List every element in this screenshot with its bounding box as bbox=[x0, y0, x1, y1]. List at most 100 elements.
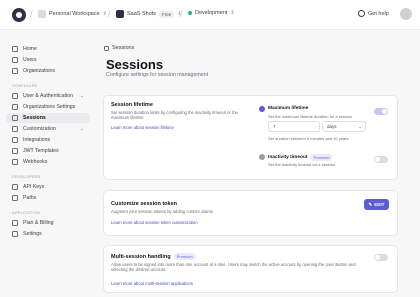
sidebar: Home Users Organizations CONFIGURE User … bbox=[0, 30, 96, 297]
card-description: Set session duration limits by configuri… bbox=[111, 110, 251, 120]
environment-name: Development bbox=[195, 10, 228, 16]
card-title: Customize session token bbox=[111, 201, 178, 207]
lifetime-unit: days bbox=[327, 124, 337, 129]
chevron-down-icon: ⌄ bbox=[79, 93, 84, 99]
brush-icon bbox=[12, 126, 18, 132]
lifetime-unit-select[interactable]: days ⌄ bbox=[322, 121, 366, 132]
breadcrumb-label: Sessions bbox=[112, 45, 135, 51]
workspace-name: Personal Workspace bbox=[49, 11, 100, 17]
sidebar-item-label: Sessions bbox=[23, 115, 46, 121]
route-icon bbox=[12, 195, 18, 201]
sidebar-item-sessions[interactable]: Sessions bbox=[6, 113, 90, 123]
get-help-label: Get help bbox=[368, 10, 389, 17]
inactivity-timeout-title: Inactivity timeout Premium bbox=[268, 154, 333, 161]
card-description: Allow users to be signed into more than … bbox=[111, 262, 381, 272]
separator: / bbox=[108, 9, 111, 19]
sidebar-item-label: Users bbox=[23, 57, 37, 63]
top-bar: / Personal Workspace ⇕ / SaaS Shots Free… bbox=[0, 0, 420, 30]
separator: / bbox=[180, 9, 183, 19]
user-lock-icon bbox=[12, 93, 18, 99]
building-icon bbox=[12, 68, 18, 74]
option-title: Inactivity timeout bbox=[268, 155, 308, 160]
lifetime-value: 7 bbox=[273, 124, 276, 129]
pencil-icon: ✎ bbox=[368, 201, 373, 207]
sidebar-item-jwt-templates[interactable]: JWT Templates bbox=[6, 146, 90, 156]
maximum-lifetime-toggle[interactable] bbox=[374, 108, 388, 115]
environment-switcher[interactable]: Development ⇕ bbox=[188, 10, 235, 16]
card-title: Session lifetime bbox=[111, 102, 153, 108]
sidebar-item-organizations-settings[interactable]: Organizations Settings bbox=[6, 102, 90, 112]
sidebar-item-plan-billing[interactable]: Plan & Billing bbox=[6, 218, 90, 228]
sidebar-item-users[interactable]: Users bbox=[6, 55, 90, 65]
sidebar-item-label: Settings bbox=[23, 231, 42, 237]
project-avatar bbox=[116, 10, 124, 18]
inactivity-timeout-description: Set the inactivity timeout for a session… bbox=[268, 162, 337, 167]
multi-session-link[interactable]: Learn more about multi-session applicati… bbox=[111, 281, 193, 286]
sidebar-item-user-authentication[interactable]: User & Authentication ⌄ bbox=[6, 91, 90, 101]
lifetime-hint: Set duration between 5 minutes and 10 ye… bbox=[268, 136, 349, 141]
app-logo-icon[interactable] bbox=[12, 8, 26, 22]
webhook-icon bbox=[12, 159, 18, 165]
page-subtitle: Configure settings for session managemen… bbox=[106, 72, 209, 78]
sidebar-item-home[interactable]: Home bbox=[6, 44, 90, 54]
inactivity-timeout-toggle[interactable] bbox=[374, 156, 388, 163]
sidebar-item-api-keys[interactable]: API Keys bbox=[6, 182, 90, 192]
project-switcher[interactable]: SaaS Shots Free ⇕ bbox=[116, 10, 182, 18]
sidebar-item-label: Paths bbox=[23, 195, 37, 201]
sidebar-item-label: API Keys bbox=[23, 184, 45, 190]
workspace-avatar bbox=[38, 10, 46, 18]
workspace-switcher[interactable]: Personal Workspace ⇕ bbox=[38, 10, 107, 18]
sidebar-item-label: Webhooks bbox=[23, 159, 48, 165]
session-token-link[interactable]: Learn more about session token customiza… bbox=[111, 220, 198, 225]
sidebar-item-customization[interactable]: Customization ⌄ bbox=[6, 124, 90, 134]
edit-button-label: EDIT bbox=[374, 202, 385, 207]
session-token-card: Customize session token Augment your ses… bbox=[103, 190, 398, 236]
environment-status-dot bbox=[188, 11, 192, 15]
premium-badge: Premium bbox=[173, 253, 196, 260]
lifetime-value-input[interactable]: 7 bbox=[268, 121, 320, 132]
clock-icon bbox=[12, 115, 18, 121]
user-avatar[interactable] bbox=[400, 8, 412, 20]
sidebar-item-settings[interactable]: Settings bbox=[6, 229, 90, 239]
key-icon bbox=[12, 184, 18, 190]
card-title-text: Multi-session handling bbox=[111, 253, 171, 260]
sidebar-item-label: Home bbox=[23, 46, 37, 52]
section-label-application: APPLICATION bbox=[12, 211, 41, 215]
breadcrumb: Sessions bbox=[104, 45, 134, 51]
chevron-down-icon: ⌄ bbox=[79, 126, 84, 132]
plan-badge: Free bbox=[159, 10, 175, 18]
help-icon bbox=[358, 10, 365, 17]
session-lifetime-link[interactable]: Learn more about session lifetime bbox=[111, 125, 174, 130]
gear-icon bbox=[12, 231, 18, 237]
file-icon bbox=[12, 148, 18, 154]
option-title: Maximum lifetime bbox=[268, 106, 309, 111]
card-icon bbox=[12, 220, 18, 226]
separator: / bbox=[30, 9, 33, 19]
sidebar-item-webhooks[interactable]: Webhooks bbox=[6, 157, 90, 167]
multi-session-card: Multi-session handling Premium Allow use… bbox=[103, 245, 398, 293]
info-icon bbox=[259, 106, 265, 112]
card-description: Augment your session tokens by adding cu… bbox=[111, 209, 213, 214]
edit-button[interactable]: ✎ EDIT bbox=[364, 199, 389, 210]
sidebar-item-paths[interactable]: Paths bbox=[6, 193, 90, 203]
puzzle-icon bbox=[12, 137, 18, 143]
maximum-lifetime-description: Set the maximum lifetime duration for a … bbox=[268, 114, 353, 119]
card-description-line: maximum lifetime bbox=[111, 115, 144, 120]
sidebar-item-label: JWT Templates bbox=[23, 148, 59, 154]
maximum-lifetime-title: Maximum lifetime bbox=[268, 106, 308, 111]
sidebar-item-label: Plan & Billing bbox=[23, 220, 54, 226]
users-icon bbox=[12, 57, 18, 63]
sidebar-item-label: Customization bbox=[23, 126, 56, 132]
chevron-updown-icon: ⇕ bbox=[102, 11, 107, 17]
get-help-button[interactable]: Get help bbox=[358, 10, 389, 17]
chevron-updown-icon: ⇕ bbox=[230, 10, 235, 16]
premium-badge: Premium bbox=[310, 154, 333, 161]
session-lifetime-card: Session lifetime Set session duration li… bbox=[103, 95, 398, 180]
multi-session-toggle[interactable] bbox=[374, 254, 388, 261]
project-name: SaaS Shots bbox=[127, 11, 157, 17]
page-title: Sessions bbox=[106, 57, 164, 72]
sidebar-item-organizations[interactable]: Organizations bbox=[6, 66, 90, 76]
building-gear-icon bbox=[12, 104, 18, 110]
home-icon bbox=[12, 46, 18, 52]
sidebar-item-integrations[interactable]: Integrations bbox=[6, 135, 90, 145]
